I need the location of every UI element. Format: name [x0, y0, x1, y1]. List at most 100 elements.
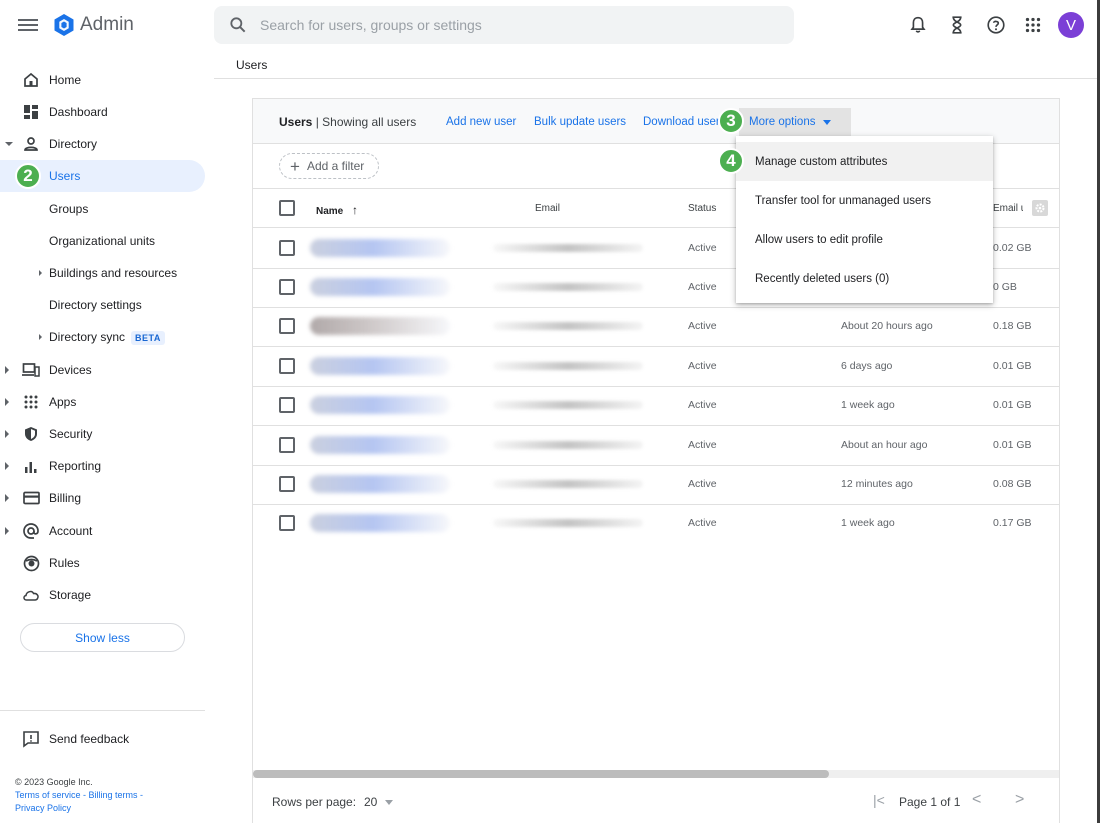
help-icon[interactable]: [985, 14, 1007, 36]
sidebar-item-devices[interactable]: Devices: [0, 354, 205, 386]
first-page-icon[interactable]: |<: [873, 792, 885, 808]
menu-item-allow-edit-profile[interactable]: Allow users to edit profile: [736, 220, 993, 259]
caret-down-icon: [823, 119, 832, 125]
sidebar-item-directory-settings[interactable]: Directory settings: [0, 289, 205, 321]
status-cell: Active: [688, 360, 717, 372]
table-row[interactable]: Active 12 minutes ago 0.08 GB: [253, 465, 1059, 505]
sidebar-item-label: Reporting: [49, 459, 102, 473]
menu-item-recently-deleted-users[interactable]: Recently deleted users (0): [736, 259, 993, 298]
chevron-right-icon: [5, 527, 9, 535]
step-badge-4: 4: [718, 148, 744, 174]
sidebar-item-label: Storage: [49, 588, 92, 602]
menu-icon[interactable]: [18, 16, 38, 36]
show-less-button[interactable]: Show less: [20, 623, 185, 652]
sidebar-item-rules[interactable]: Rules: [0, 547, 205, 579]
table-row[interactable]: Active About an hour ago 0.01 GB: [253, 426, 1059, 466]
breadcrumb[interactable]: Users: [236, 58, 267, 72]
sidebar-item-storage[interactable]: Storage: [0, 579, 205, 611]
row-checkbox[interactable]: [279, 437, 295, 453]
add-new-user-button[interactable]: Add new user: [446, 116, 516, 128]
table-row[interactable]: Active 1 week ago 0.17 GB: [253, 504, 1059, 544]
avatar[interactable]: V: [1058, 12, 1084, 38]
rules-icon: [22, 554, 40, 572]
column-settings-gear-icon[interactable]: [1032, 200, 1048, 216]
row-checkbox[interactable]: [279, 476, 295, 492]
row-checkbox[interactable]: [279, 515, 295, 531]
step-badge-2: 2: [15, 163, 41, 189]
last-sign-in-cell: About an hour ago: [841, 439, 928, 451]
table-row[interactable]: Active 1 week ago 0.01 GB: [253, 386, 1059, 426]
column-header-email-usage[interactable]: Email usage: [993, 203, 1023, 214]
column-header-status[interactable]: Status: [688, 203, 716, 214]
sidebar-item-directory-sync[interactable]: Directory sync BETA: [0, 321, 205, 353]
page-indicator: Page 1 of 1: [899, 795, 961, 809]
apps-launcher-icon[interactable]: [1022, 14, 1044, 36]
menu-item-manage-custom-attributes[interactable]: Manage custom attributes: [736, 142, 993, 181]
row-checkbox[interactable]: [279, 240, 295, 256]
table-row[interactable]: Active 6 days ago 0.01 GB: [253, 347, 1059, 387]
column-header-name[interactable]: Name ↑: [316, 203, 358, 217]
billing-terms-link[interactable]: Billing terms: [89, 790, 138, 800]
last-sign-in-cell: 12 minutes ago: [841, 478, 913, 490]
status-cell: Active: [688, 399, 717, 411]
status-cell: Active: [688, 281, 717, 293]
sidebar-item-organizational-units[interactable]: Organizational units: [0, 225, 205, 257]
redacted-email: [493, 244, 643, 252]
credit-card-icon: [22, 489, 40, 507]
rows-per-page-select[interactable]: 20: [364, 795, 394, 809]
previous-page-icon[interactable]: <: [972, 791, 981, 809]
search-input[interactable]: [260, 15, 760, 35]
redacted-name: [310, 357, 450, 375]
email-usage-cell: 0.17 GB: [993, 517, 1032, 529]
row-checkbox[interactable]: [279, 358, 295, 374]
sidebar-item-billing[interactable]: Billing: [0, 482, 205, 514]
menu-item-transfer-tool[interactable]: Transfer tool for unmanaged users: [736, 181, 993, 220]
last-sign-in-cell: About 20 hours ago: [841, 320, 933, 332]
email-usage-cell: 0 GB: [993, 281, 1017, 293]
redacted-name: [310, 396, 450, 414]
scrollbar-thumb[interactable]: [253, 770, 829, 778]
add-filter-button[interactable]: + Add a filter: [279, 153, 379, 179]
sidebar-item-directory[interactable]: Directory: [0, 128, 205, 160]
row-checkbox[interactable]: [279, 279, 295, 295]
sidebar-item-label: Buildings and resources: [49, 266, 178, 280]
redacted-email: [493, 519, 643, 527]
sidebar-item-home[interactable]: Home: [0, 64, 205, 96]
status-cell: Active: [688, 439, 717, 451]
privacy-link[interactable]: Privacy Policy: [15, 803, 71, 813]
terms-link[interactable]: Terms of service: [15, 790, 81, 800]
sidebar-item-buildings-and-resources[interactable]: Buildings and resources: [0, 257, 205, 289]
search-bar[interactable]: [214, 6, 794, 44]
shield-icon: [22, 425, 40, 443]
horizontal-scrollbar[interactable]: [253, 770, 1059, 778]
redacted-email: [493, 480, 643, 488]
select-all-checkbox[interactable]: [279, 200, 295, 216]
sidebar-item-account[interactable]: Account: [0, 515, 205, 547]
redacted-email: [493, 283, 643, 291]
download-users-button[interactable]: Download users: [643, 116, 719, 128]
bulk-update-users-button[interactable]: Bulk update users: [534, 116, 626, 128]
email-usage-cell: 0.01 GB: [993, 360, 1032, 372]
notifications-bell-icon[interactable]: [907, 14, 929, 36]
next-page-icon[interactable]: >: [1015, 791, 1024, 809]
sidebar-item-dashboard[interactable]: Dashboard: [0, 96, 205, 128]
send-feedback-link[interactable]: Send feedback: [22, 730, 129, 748]
row-checkbox[interactable]: [279, 318, 295, 334]
step-badge-3: 3: [718, 108, 744, 134]
email-usage-cell: 0.08 GB: [993, 478, 1032, 490]
column-header-email[interactable]: Email: [535, 203, 560, 214]
chevron-right-icon: [5, 398, 9, 406]
pagination: Rows per page: 20 |< Page 1 of 1 < >: [253, 779, 1059, 823]
sidebar-item-groups[interactable]: Groups: [0, 193, 205, 225]
row-checkbox[interactable]: [279, 397, 295, 413]
hourglass-tasks-icon[interactable]: [946, 14, 968, 36]
sidebar-item-apps[interactable]: Apps: [0, 386, 205, 418]
sidebar-divider: [0, 710, 205, 711]
sidebar-item-label-wrap: Directory sync BETA: [49, 330, 165, 345]
sidebar-item-reporting[interactable]: Reporting: [0, 450, 205, 482]
sidebar-item-label: Directory: [49, 137, 98, 151]
more-options-button[interactable]: More options: [739, 108, 851, 136]
sidebar-item-security[interactable]: Security: [0, 418, 205, 450]
table-row[interactable]: Active About 20 hours ago 0.18 GB: [253, 307, 1059, 347]
status-cell: Active: [688, 320, 717, 332]
